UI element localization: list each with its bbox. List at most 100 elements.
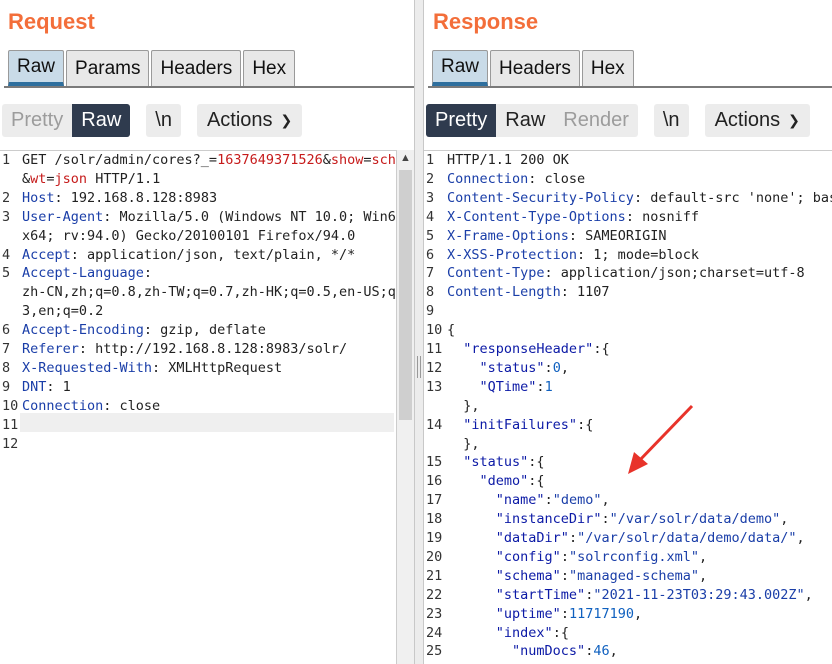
code-token: "QTime"	[479, 378, 537, 395]
actions-dropdown[interactable]: Actions ❯	[196, 104, 303, 137]
code-token: "status"	[463, 454, 529, 471]
code-line: "QTime":1	[447, 378, 553, 397]
request-pane: Request Raw Params Headers Hex Pretty Ra…	[0, 0, 414, 664]
divider-grip[interactable]	[417, 356, 421, 378]
line-number: 19	[426, 530, 443, 546]
code-token: },	[447, 397, 480, 414]
code-token: x64; rv:94.0) Gecko/20100101 Firefox/94.…	[22, 227, 356, 244]
code-token: 3,en;q=0.2	[22, 303, 104, 320]
line-number: 9	[426, 303, 435, 320]
code-token: : application/json;charset=utf-8	[544, 265, 805, 282]
code-line: User-Agent: Mozilla/5.0 (Windows NT 10.0…	[22, 208, 404, 227]
code-token: Content-Security-Policy	[447, 189, 634, 206]
scroll-up-icon[interactable]: ▲	[400, 152, 411, 164]
code-token: 46	[593, 643, 610, 660]
code-token: "/var/solr/data/demo/data/"	[577, 530, 797, 546]
line-number: 17	[426, 492, 443, 509]
code-line: Connection: close	[447, 170, 585, 189]
code-token: "demo"	[552, 492, 602, 509]
code-token: ,	[609, 643, 618, 660]
code-line: },	[447, 397, 480, 416]
code-line: x64; rv:94.0) Gecko/20100101 Firefox/94.…	[22, 227, 355, 246]
code-token: Host	[22, 189, 55, 206]
code-token: Connection	[22, 397, 104, 414]
tab-params[interactable]: Params	[66, 50, 150, 86]
request-editor[interactable]: 1 GET /solr/admin/cores?_=1637649371526&s…	[0, 150, 414, 664]
tab-raw[interactable]: Raw	[432, 50, 489, 86]
actions-dropdown[interactable]: Actions ❯	[704, 104, 810, 137]
code-token: Content-Type	[447, 265, 545, 282]
line-number: 8	[2, 359, 11, 376]
tab-raw[interactable]: Raw	[8, 50, 65, 86]
actions-label: Actions	[714, 109, 781, 131]
code-line: Content-Length: 1107	[447, 283, 610, 302]
response-toolbar: Pretty Raw Render \n Actions ❯	[426, 104, 810, 137]
code-line: X-XSS-Protection: 1; mode=block	[447, 246, 699, 265]
code-line: &wt=json HTTP/1.1	[22, 170, 160, 189]
code-token: "dataDir"	[495, 530, 569, 546]
line-number: 12	[426, 359, 443, 376]
code-line: zh-CN,zh;q=0.8,zh-TW;q=0.7,zh-HK;q=0.5,e…	[22, 283, 404, 302]
code-token: ,	[633, 605, 643, 622]
request-toolbar: Pretty Raw \n Actions ❯	[2, 104, 303, 137]
code-line: Connection: close	[22, 397, 160, 416]
tab-headers[interactable]: Headers	[490, 50, 580, 86]
pane-divider[interactable]	[414, 0, 424, 664]
request-tabs: Raw Params Headers Hex	[8, 50, 297, 86]
code-token: =	[46, 170, 55, 187]
code-line: },	[447, 435, 479, 454]
code-line: Accept-Encoding: gzip, deflate	[22, 321, 266, 340]
newline-button[interactable]: \n	[146, 104, 181, 137]
code-token: Accept-Language	[22, 265, 144, 282]
code-line: HTTP/1.1 200 OK	[447, 151, 569, 170]
pretty-button[interactable]: Pretty	[426, 104, 497, 137]
request-scrollbar[interactable]: ▲	[396, 150, 414, 664]
scrollbar-thumb[interactable]	[399, 170, 412, 420]
tab-hex[interactable]: Hex	[243, 50, 296, 86]
line-number: 14	[426, 416, 443, 433]
line-number: 1	[426, 152, 435, 168]
line-number: 1	[2, 152, 11, 168]
code-token: ,	[780, 511, 789, 528]
code-token: "demo"	[479, 473, 529, 490]
line-number: 25	[426, 643, 443, 660]
code-token: X-Content-Type-Options	[447, 208, 626, 225]
pretty-button[interactable]: Pretty	[2, 104, 72, 137]
code-token: "status"	[479, 359, 545, 376]
code-token: GET /solr/admin/cores?_=	[22, 152, 218, 168]
code-token: =	[363, 152, 372, 168]
code-token: : http://192.168.8.128:8983/solr/	[78, 341, 348, 357]
code-line: 3,en;q=0.2	[22, 302, 103, 321]
code-line: "uptime":11717190,	[447, 605, 642, 624]
code-line: "status":{	[447, 453, 544, 472]
code-token: ,	[804, 586, 813, 603]
code-token: : XMLHttpRequest	[152, 359, 283, 376]
chevron-down-icon: ❯	[280, 112, 293, 128]
code-token: "name"	[495, 492, 545, 509]
tab-headers[interactable]: Headers	[151, 50, 242, 86]
code-token: :	[560, 548, 569, 565]
response-pane: Response Raw Headers Hex Pretty Raw Rend…	[424, 0, 832, 664]
code-line: X-Requested-With: XMLHttpRequest	[22, 359, 282, 378]
render-button[interactable]: Render	[554, 104, 638, 137]
code-token: X-XSS-Protection	[447, 246, 578, 263]
raw-button[interactable]: Raw	[72, 104, 131, 137]
code-token: : 192.168.8.128:8983	[54, 189, 218, 206]
raw-button[interactable]: Raw	[496, 104, 554, 137]
code-token: ,	[699, 548, 708, 565]
newline-button[interactable]: \n	[654, 104, 689, 137]
code-token: show	[330, 152, 364, 168]
newline-toggle: \n	[653, 104, 689, 137]
tab-hex[interactable]: Hex	[581, 50, 634, 86]
code-token: Accept-Encoding	[22, 322, 144, 339]
newline-toggle: \n	[146, 104, 181, 137]
code-line: Referer: http://192.168.8.128:8983/solr/	[22, 340, 347, 359]
code-token: : SAMEORIGIN	[568, 227, 667, 244]
